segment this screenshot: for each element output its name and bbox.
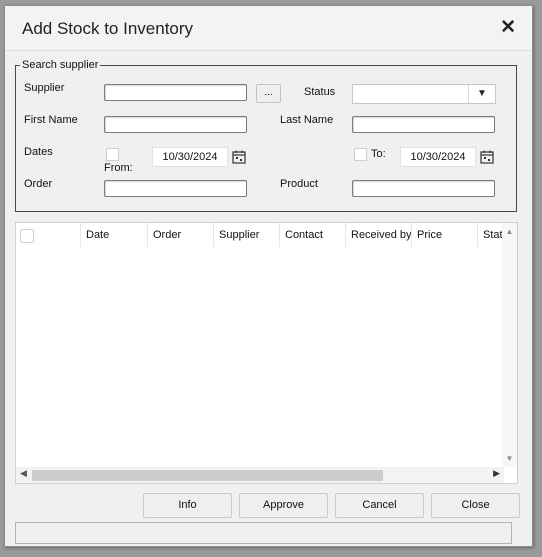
order-input[interactable] [104,180,247,197]
supplier-label: Supplier [24,82,65,94]
last-name-label: Last Name [280,114,334,126]
first-name-label: First Name [24,114,78,126]
select-all-checkbox[interactable] [20,229,34,243]
status-select[interactable]: ▼ [352,84,496,104]
scroll-up-icon[interactable]: ▲ [502,227,517,236]
calendar-icon[interactable] [480,150,494,164]
approve-button[interactable]: Approve [239,493,328,518]
title-bar: Add Stock to Inventory ✕ [5,6,532,51]
product-label: Product [280,178,318,190]
column-header-order[interactable]: Order [147,223,213,247]
column-header-status[interactable]: Stat [477,223,504,247]
column-header-received-by[interactable]: Received by [345,223,411,247]
to-label: To: [371,148,386,160]
from-label: From: [104,162,133,174]
stock-table[interactable]: Date Order Supplier Contact Received by … [15,222,518,484]
horizontal-scrollbar[interactable]: ◀ ▶ [16,467,504,483]
horizontal-scroll-thumb[interactable] [32,470,383,481]
scroll-left-icon[interactable]: ◀ [20,468,27,479]
table-header: Date Order Supplier Contact Received by … [16,223,504,248]
calendar-icon[interactable] [232,150,246,164]
search-supplier-legend: Search supplier [22,59,99,71]
from-date-checkbox[interactable] [106,148,119,161]
search-supplier-group: Search supplier Supplier ... Status ▼ Fi… [15,59,517,212]
last-name-input[interactable] [352,116,495,133]
scroll-right-icon[interactable]: ▶ [493,468,500,479]
supplier-input[interactable] [104,84,247,101]
column-header-price[interactable]: Price [411,223,477,247]
add-stock-dialog: Add Stock to Inventory ✕ Search supplier… [4,5,533,547]
column-header-supplier[interactable]: Supplier [213,223,279,247]
chevron-down-icon[interactable]: ▼ [468,85,495,103]
info-button[interactable]: Info [143,493,232,518]
column-header-contact[interactable]: Contact [279,223,345,247]
browse-supplier-button[interactable]: ... [256,84,281,103]
close-button[interactable]: Close [431,493,520,518]
status-label: Status [304,86,336,98]
to-date-checkbox[interactable] [354,148,367,161]
vertical-scrollbar[interactable]: ▲ ▼ [502,223,517,467]
product-input[interactable] [352,180,495,197]
scroll-down-icon[interactable]: ▼ [502,454,517,463]
order-label: Order [24,178,53,190]
dates-label: Dates [24,146,53,158]
close-icon[interactable]: ✕ [500,16,516,39]
from-date-picker[interactable]: 10/30/2024 [152,147,228,167]
first-name-input[interactable] [104,116,247,133]
status-bar [15,522,512,544]
column-header-date[interactable]: Date [80,223,147,247]
to-date-picker[interactable]: 10/30/2024 [400,147,476,167]
cancel-button[interactable]: Cancel [335,493,424,518]
window-title: Add Stock to Inventory [22,19,194,38]
